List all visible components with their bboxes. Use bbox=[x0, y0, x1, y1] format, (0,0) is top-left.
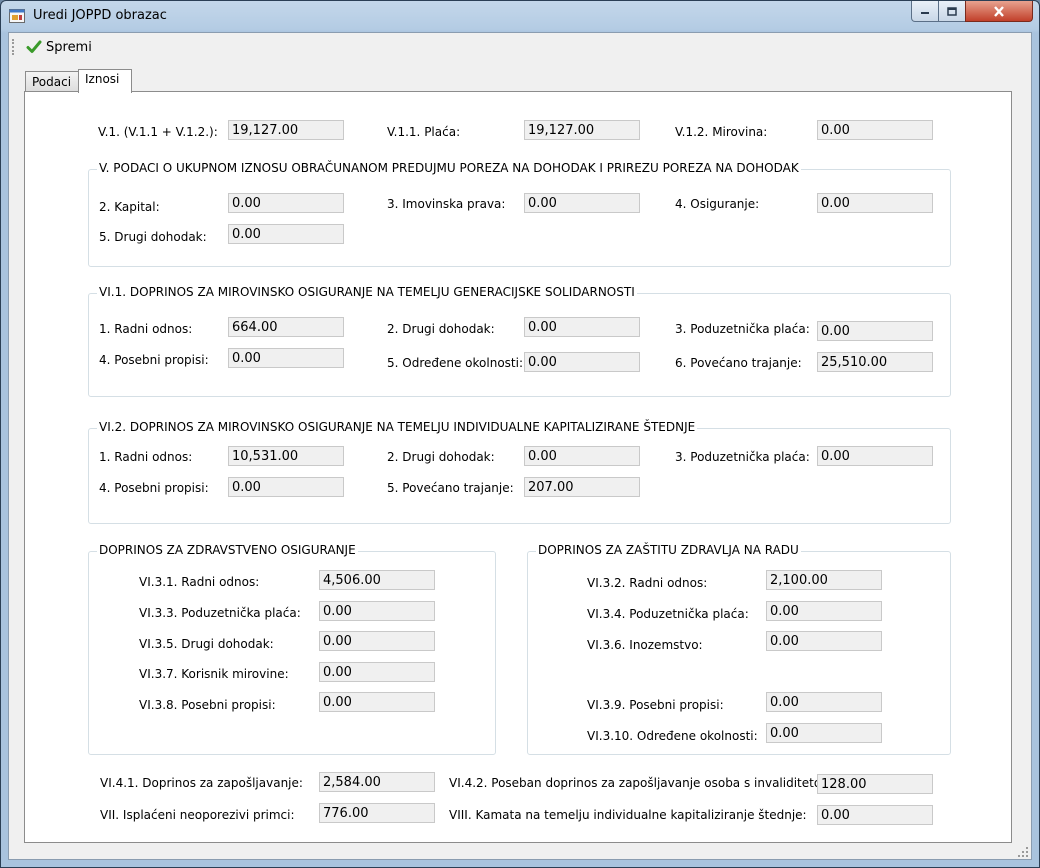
field-value-vi34[interactable]: 0.00 bbox=[766, 601, 882, 621]
field-value-vi36[interactable]: 0.00 bbox=[766, 631, 882, 651]
field-label-vi31: VI.3.1. Radni odnos: bbox=[139, 575, 260, 589]
field-label-vi1-posebni: 4. Posebni propisi: bbox=[99, 353, 209, 367]
field-value-vi2-trajanje[interactable]: 207.00 bbox=[524, 477, 640, 497]
field-label-vi2-posebni: 4. Posebni propisi: bbox=[99, 481, 209, 495]
group-title-porez: V. PODACI O UKUPNOM IZNOSU OBRAČUNANOM P… bbox=[97, 161, 801, 175]
save-label: Spremi bbox=[46, 39, 92, 55]
field-value-vi32[interactable]: 2,100.00 bbox=[766, 570, 882, 590]
field-label-kapital: 2. Kapital: bbox=[99, 200, 160, 214]
field-label-vi2-radni: 1. Radni odnos: bbox=[99, 450, 193, 464]
field-value-osiguranje[interactable]: 0.00 bbox=[817, 193, 933, 213]
field-label-drugi-dohodak: 5. Drugi dohodak: bbox=[99, 230, 207, 244]
group-title-zastita: DOPRINOS ZA ZAŠTITU ZDRAVLJA NA RADU bbox=[536, 543, 801, 557]
field-label-vi1-poduzetnicka: 3. Poduzetnička plaća: bbox=[675, 322, 810, 336]
title-bar[interactable]: Uredi JOPPD obrazac bbox=[1, 1, 1039, 31]
field-label-vi2-drugi: 2. Drugi dohodak: bbox=[387, 450, 495, 464]
field-value-vi2-drugi[interactable]: 0.00 bbox=[524, 446, 640, 466]
field-value-vi2-radni[interactable]: 10,531.00 bbox=[228, 446, 344, 466]
group-porez: V. PODACI O UKUPNOM IZNOSU OBRAČUNANOM P… bbox=[88, 161, 951, 267]
field-value-vi2-posebni[interactable]: 0.00 bbox=[228, 477, 344, 497]
toolbar: Spremi bbox=[9, 33, 1031, 61]
field-value-vi37[interactable]: 0.00 bbox=[319, 662, 435, 682]
tab-page-iznosi: V.1. (V.1.1 + V.1.2.): 19,127.00 V.1.1. … bbox=[24, 91, 1012, 843]
field-label-vi39: VI.3.9. Posebni propisi: bbox=[587, 698, 724, 712]
field-value-vii[interactable]: 776.00 bbox=[319, 803, 435, 823]
close-button[interactable] bbox=[965, 1, 1033, 22]
maximize-icon bbox=[947, 6, 957, 16]
group-zdravstveno: DOPRINOS ZA ZDRAVSTVENO OSIGURANJE VI.3.… bbox=[88, 543, 496, 755]
field-label-vi37: VI.3.7. Korisnik mirovine: bbox=[139, 667, 289, 681]
field-label-vi310: VI.3.10. Određene okolnosti: bbox=[587, 729, 758, 743]
field-label-osiguranje: 4. Osiguranje: bbox=[675, 197, 760, 211]
field-value-vi33[interactable]: 0.00 bbox=[319, 601, 435, 621]
close-icon bbox=[994, 5, 1004, 17]
field-label-v12: V.1.2. Mirovina: bbox=[675, 125, 768, 139]
group-vi1: VI.1. DOPRINOS ZA MIROVINSKO OSIGURANJE … bbox=[88, 285, 951, 397]
field-label-vi41: VI.4.1. Doprinos za zapošljavanje: bbox=[100, 776, 303, 790]
group-title-vi1: VI.1. DOPRINOS ZA MIROVINSKO OSIGURANJE … bbox=[97, 285, 637, 299]
field-value-vi310[interactable]: 0.00 bbox=[766, 723, 882, 743]
field-label-vi1-trajanje: 6. Povećano trajanje: bbox=[675, 356, 802, 370]
field-value-vi1-radni[interactable]: 664.00 bbox=[228, 317, 344, 337]
minimize-button[interactable] bbox=[911, 1, 939, 22]
field-label-vi1-okolnosti: 5. Određene okolnosti: bbox=[387, 356, 524, 370]
field-value-vi1-posebni[interactable]: 0.00 bbox=[228, 348, 344, 368]
field-label-vi35: VI.3.5. Drugi dohodak: bbox=[139, 637, 274, 651]
field-label-viii: VIII. Kamata na temelju individualne kap… bbox=[449, 808, 807, 822]
field-label-vi2-poduzetnicka: 3. Poduzetnička plaća: bbox=[675, 450, 810, 464]
field-label-v11: V.1.1. Plaća: bbox=[387, 125, 461, 139]
tab-iznosi[interactable]: Iznosi bbox=[78, 69, 132, 93]
window: Uredi JOPPD obrazac Spremi Podaci Iznosi bbox=[0, 0, 1040, 868]
field-label-vi1-drugi: 2. Drugi dohodak: bbox=[387, 322, 495, 336]
group-title-vi2: VI.2. DOPRINOS ZA MIROVINSKO OSIGURANJE … bbox=[97, 420, 698, 434]
field-value-v12[interactable]: 0.00 bbox=[817, 120, 933, 140]
field-label-vi34: VI.3.4. Poduzetnička plaća: bbox=[587, 607, 749, 621]
window-title: Uredi JOPPD obrazac bbox=[33, 8, 167, 23]
field-value-imovinska[interactable]: 0.00 bbox=[524, 193, 640, 213]
group-title-zdravstveno: DOPRINOS ZA ZDRAVSTVENO OSIGURANJE bbox=[97, 543, 358, 557]
field-value-vi38[interactable]: 0.00 bbox=[319, 692, 435, 712]
field-value-v11[interactable]: 19,127.00 bbox=[524, 120, 640, 140]
field-value-v1[interactable]: 19,127.00 bbox=[228, 120, 344, 140]
minimize-icon bbox=[921, 12, 929, 14]
field-value-vi31[interactable]: 4,506.00 bbox=[319, 570, 435, 590]
field-label-vi1-radni: 1. Radni odnos: bbox=[99, 322, 193, 336]
resize-grip-icon[interactable] bbox=[1018, 847, 1028, 857]
field-value-vi2-poduzetnicka[interactable]: 0.00 bbox=[817, 446, 933, 466]
field-label-vi33: VI.3.3. Poduzetnička plaća: bbox=[139, 606, 301, 620]
group-zastita: DOPRINOS ZA ZAŠTITU ZDRAVLJA NA RADU VI.… bbox=[527, 543, 951, 755]
field-label-vi38: VI.3.8. Posebni propisi: bbox=[139, 698, 276, 712]
field-value-vi1-drugi[interactable]: 0.00 bbox=[524, 317, 640, 337]
field-label-v1: V.1. (V.1.1 + V.1.2.): bbox=[98, 125, 218, 139]
field-label-vi42: VI.4.2. Poseban doprinos za zapošljavanj… bbox=[449, 776, 837, 790]
field-value-vi41[interactable]: 2,584.00 bbox=[319, 772, 435, 792]
field-label-vi32: VI.3.2. Radni odnos: bbox=[587, 576, 708, 590]
field-label-imovinska: 3. Imovinska prava: bbox=[387, 197, 506, 211]
save-button[interactable]: Spremi bbox=[23, 37, 95, 57]
field-value-vi42[interactable]: 128.00 bbox=[817, 774, 933, 794]
app-window-icon bbox=[9, 9, 25, 23]
maximize-button[interactable] bbox=[938, 1, 966, 22]
field-value-vi1-okolnosti[interactable]: 0.00 bbox=[524, 352, 640, 372]
client-area: Spremi Podaci Iznosi V.1. (V.1.1 + V.1.2… bbox=[8, 32, 1032, 860]
field-value-vi1-trajanje[interactable]: 25,510.00 bbox=[817, 352, 933, 372]
group-vi2: VI.2. DOPRINOS ZA MIROVINSKO OSIGURANJE … bbox=[88, 420, 951, 524]
field-value-vi1-poduzetnicka[interactable]: 0.00 bbox=[817, 321, 933, 341]
field-label-vii: VII. Isplaćeni neoporezivi primci: bbox=[100, 808, 295, 822]
field-value-drugi-dohodak[interactable]: 0.00 bbox=[228, 224, 344, 244]
field-value-kapital[interactable]: 0.00 bbox=[228, 193, 344, 213]
field-label-vi36: VI.3.6. Inozemstvo: bbox=[587, 638, 703, 652]
toolbar-grip[interactable] bbox=[12, 39, 16, 55]
field-label-vi2-trajanje: 5. Povećano trajanje: bbox=[387, 481, 514, 495]
field-value-vi35[interactable]: 0.00 bbox=[319, 631, 435, 651]
field-value-viii[interactable]: 0.00 bbox=[817, 805, 933, 825]
tab-podaci[interactable]: Podaci bbox=[25, 71, 81, 92]
checkmark-icon bbox=[26, 40, 42, 53]
field-value-vi39[interactable]: 0.00 bbox=[766, 692, 882, 712]
